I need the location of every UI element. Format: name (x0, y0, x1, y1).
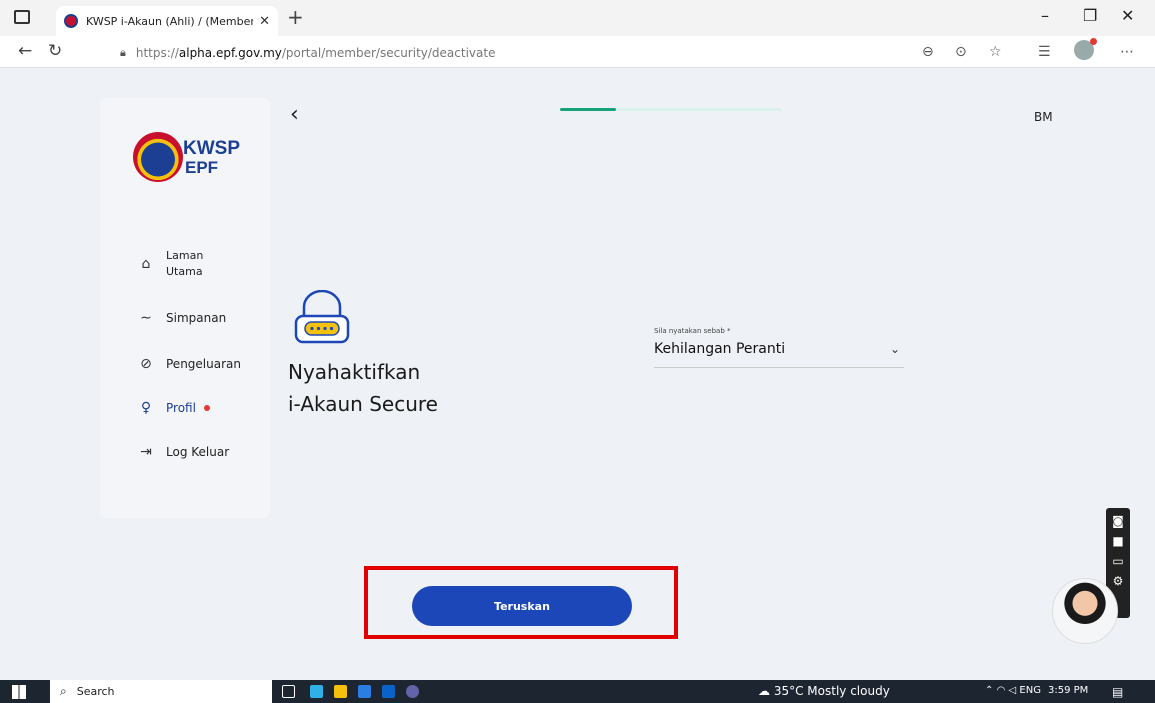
sidebar-item-simpanan[interactable]: ∼ Simpanan (136, 310, 226, 326)
sidebar-item-pengeluaran[interactable]: ⊘ Pengeluaran (136, 356, 241, 372)
reason-label: Sila nyatakan sebab * (654, 327, 731, 335)
language-toggle[interactable]: BM (1034, 110, 1053, 124)
weather-cloud-icon: ☁ (758, 684, 770, 698)
windows-taskbar: ⌕ Search ☁ 35°C Mostly cloudy ⌃ ◠ ◁ ENG … (0, 680, 1155, 703)
notifications-icon[interactable]: ▤ (1112, 685, 1123, 699)
sidebar-item-label: Pengeluaran (166, 357, 241, 371)
page-content: KWSP EPF ⌂ Laman Utama ∼ Simpanan ⊘ Peng… (0, 68, 1155, 680)
logo-text-kwsp: KWSP (183, 138, 240, 159)
virtual-assistant-avatar[interactable] (1052, 578, 1118, 644)
minimize-icon[interactable]: – (1041, 6, 1049, 25)
task-view-icon[interactable] (282, 685, 295, 698)
profile-notification-dot (1090, 38, 1097, 45)
taskbar-clock[interactable]: 3:59 PM (1048, 685, 1088, 696)
sidebar: KWSP EPF ⌂ Laman Utama ∼ Simpanan ⊘ Peng… (100, 98, 270, 518)
logout-icon: ⇥ (140, 444, 152, 460)
sidebar-item-label: Simpanan (166, 311, 227, 325)
sidebar-item-profil[interactable]: ♀ Profil (136, 400, 210, 416)
sidebar-item-laman-utama[interactable]: ⌂ Laman Utama (136, 248, 204, 280)
logo-text-epf: EPF (185, 158, 219, 177)
step-progress-bar (560, 108, 782, 111)
browser-titlebar: KWSP i-Akaun (Ahli) / (Member) ✕ + – ❐ ✕ (0, 0, 1155, 36)
camera-icon[interactable]: ◙ (1106, 514, 1130, 528)
address-bar: ← ↻ 🔒︎ https://alpha.epf.gov.my/portal/m… (0, 36, 1155, 68)
windows-start-icon[interactable] (12, 685, 26, 699)
kwsp-seal-icon (133, 132, 183, 182)
new-tab-icon[interactable]: + (287, 5, 304, 29)
page-title: Nyahaktifkan i-Akaun Secure (288, 356, 438, 420)
person-icon: ♀ (140, 400, 152, 416)
page-title-line1: Nyahaktifkan (288, 360, 421, 384)
favorite-star-icon[interactable]: ☆ (989, 44, 1002, 60)
zoom-icon[interactable]: ⊖ (922, 44, 934, 60)
weather-widget[interactable]: ☁ 35°C Mostly cloudy (758, 684, 890, 698)
progress-fill (560, 108, 616, 111)
tab-close-icon[interactable]: ✕ (259, 14, 270, 29)
store-icon[interactable] (358, 685, 371, 698)
browser-tab[interactable]: KWSP i-Akaun (Ahli) / (Member) ✕ (56, 6, 278, 36)
withdraw-icon: ⊘ (140, 356, 152, 372)
restore-icon[interactable]: ❐ (1083, 6, 1097, 25)
sidebar-item-label: Utama (166, 265, 203, 278)
favorites-list-icon[interactable]: ☰ (1038, 44, 1051, 60)
file-explorer-icon[interactable] (334, 685, 347, 698)
reason-value: Kehilangan Peranti (654, 341, 786, 357)
url-host: alpha.epf.gov.my (178, 46, 282, 60)
trend-icon: ∼ (140, 310, 152, 326)
system-tray[interactable]: ⌃ ◠ ◁ ENG (985, 685, 1041, 696)
edge-icon[interactable] (310, 685, 323, 698)
url-path: /portal/member/security/deactivate (281, 46, 496, 60)
page-title-line2: i-Akaun Secure (288, 392, 438, 416)
url-prefix: https:// (135, 46, 179, 60)
kwsp-favicon-icon (64, 14, 78, 28)
volume-icon[interactable]: ◁ (1009, 685, 1017, 696)
padlock-icon (294, 290, 350, 344)
back-chevron-icon[interactable]: ‹ (290, 102, 299, 127)
chevron-down-icon: ⌄ (889, 342, 900, 356)
settings-icon[interactable]: ⚙ (1106, 574, 1130, 588)
url-field[interactable]: 🔒︎ https://alpha.epf.gov.my/portal/membe… (120, 43, 920, 63)
more-menu-icon[interactable]: ⋯ (1120, 44, 1134, 60)
taskbar-search[interactable]: ⌕ Search (50, 680, 272, 703)
kwsp-epf-logo[interactable]: KWSP EPF (133, 132, 253, 184)
search-label: Search (76, 685, 115, 698)
tab-actions-icon[interactable] (14, 10, 30, 24)
teams-icon[interactable] (406, 685, 419, 698)
search-icon: ⌕ (60, 684, 67, 698)
wifi-icon[interactable]: ◠ (997, 685, 1006, 696)
refresh-icon[interactable]: ↻ (48, 41, 62, 61)
weather-text: 35°C Mostly cloudy (773, 684, 890, 698)
reason-select[interactable]: Sila nyatakan sebab * Kehilangan Peranti… (654, 327, 904, 368)
notification-dot (203, 405, 210, 411)
continue-button[interactable]: Teruskan (412, 586, 632, 626)
input-language[interactable]: ENG (1019, 685, 1041, 696)
back-arrow-icon[interactable]: ← (18, 41, 32, 61)
sidebar-item-log-keluar[interactable]: ⇥ Log Keluar (136, 444, 229, 460)
sidebar-item-label: Log Keluar (166, 445, 230, 459)
tray-chevron-icon[interactable]: ⌃ (985, 685, 993, 696)
video-icon[interactable]: ■ (1106, 534, 1130, 548)
sidebar-item-label: Profil (166, 401, 196, 415)
home-icon: ⌂ (141, 256, 151, 272)
lock-icon: 🔒︎ (120, 46, 126, 59)
outlook-icon[interactable] (382, 685, 395, 698)
reader-icon[interactable]: ⊙ (955, 44, 967, 60)
window-close-icon[interactable]: ✕ (1121, 6, 1134, 25)
window-icon[interactable]: ▭ (1106, 554, 1130, 568)
tab-title: KWSP i-Akaun (Ahli) / (Member) (86, 14, 254, 28)
sidebar-item-label: Laman (166, 249, 204, 262)
